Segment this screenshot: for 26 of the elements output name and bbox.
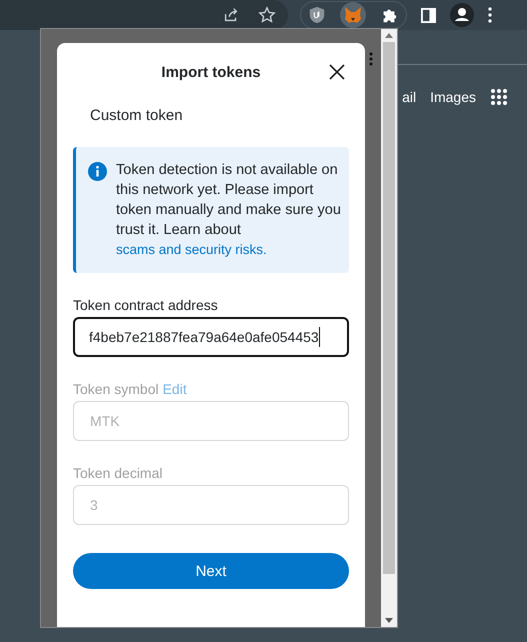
field-label: Token symbol [73,381,159,397]
scroll-up-icon[interactable] [385,33,393,38]
apps-grid-icon[interactable] [490,88,508,106]
next-button[interactable]: Next [73,553,349,589]
shield-icon[interactable] [308,6,326,24]
page-link[interactable]: Images [430,89,476,105]
security-risks-link[interactable]: scams and security risks. [116,242,267,257]
info-message: Token detection is not available on this network yet. Please import token manually and make sure you trust it. Learn about scams and security risks. [116,161,341,259]
custom-token-tab[interactable]: Custom token [90,107,183,126]
scroll-down-icon[interactable] [385,618,393,623]
share-icon[interactable] [222,6,240,24]
scrollbar[interactable] [381,29,397,627]
field-label: Token decimal [73,465,162,481]
star-icon[interactable] [258,6,276,24]
profile-avatar-icon[interactable] [450,3,474,27]
fox-icon[interactable] [340,2,366,28]
more-menu-icon[interactable] [488,7,492,23]
modal-title: Import tokens [161,64,261,80]
address-bar[interactable] [0,0,288,30]
more-icon[interactable] [369,52,373,66]
info-icon [88,162,107,181]
close-icon[interactable] [329,64,345,80]
side-panel-icon[interactable] [421,8,436,22]
field-label: Token contract address [73,297,218,313]
text-input-field[interactable]: f4beb7e21887fea79a64e0afe054453 [73,317,349,357]
page-link[interactable]: ail [402,89,416,105]
